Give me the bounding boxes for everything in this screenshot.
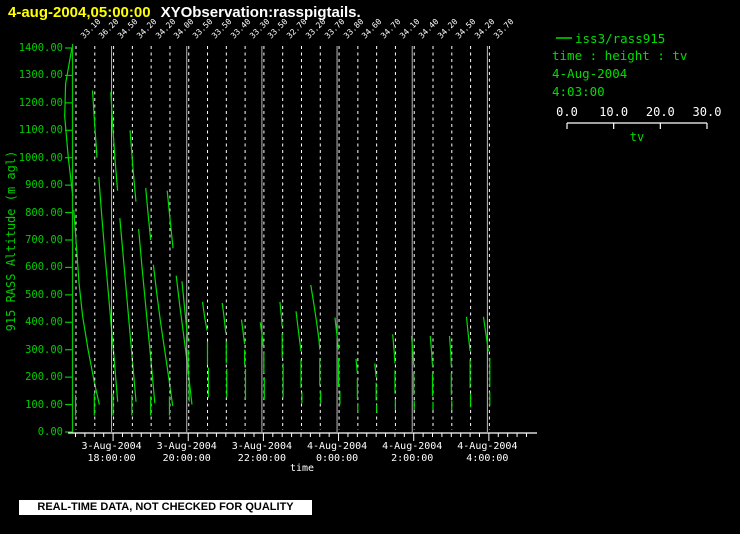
pigtail-profile-curve [392, 334, 396, 364]
y-tick-label: 200.00 [25, 371, 63, 384]
y-tick-label: 600.00 [25, 261, 63, 274]
pigtail-profile-curve [145, 187, 152, 241]
y-tick-label: 300.00 [25, 343, 63, 356]
pigtail-profile-curve [221, 303, 227, 334]
pigtail-profile-curve [240, 319, 246, 345]
pigtail-profile-curve [129, 130, 137, 202]
y-axis-title: 915 RASS Altitude (m agl) [4, 150, 18, 332]
legend-time: 4:03:00 [552, 84, 605, 99]
y-tick-label: 1200.00 [18, 96, 63, 109]
y-tick-label: 1300.00 [18, 69, 63, 82]
legend-series-label: iss3/rass915 [575, 31, 666, 46]
pigtail-profile-curve [295, 311, 302, 352]
pigtail-profile-curve [374, 363, 377, 378]
tv-scale-label: 0.0 [556, 105, 578, 119]
y-tick-label: 100.00 [25, 398, 63, 411]
tv-scale-label: 20.0 [645, 105, 675, 119]
pigtail-profile-curve [98, 176, 119, 402]
pigtail-profile-curve [279, 301, 283, 327]
pigtail-profile-curve [465, 316, 471, 352]
y-tick-label: 400.00 [25, 316, 63, 329]
legend-date: 4-Aug-2004 [552, 66, 628, 81]
pigtail-profile-curve [355, 358, 358, 374]
y-tick-label: 1100.00 [18, 124, 63, 137]
pigtail-profile-curve [201, 301, 208, 331]
y-tick-label: 1000.00 [18, 151, 63, 164]
tv-scale-label: 10.0 [599, 105, 629, 119]
pigtail-profile-curve [119, 218, 137, 402]
pigtail-profile-curve [138, 228, 156, 404]
rass-pigtails-window: 4-aug-2004,05:00:00 XYObservation:rasspig… [0, 0, 740, 534]
pigtail-profile-curve [166, 190, 174, 249]
y-tick-label: 0.00 [37, 426, 63, 438]
pigtail-profile-curve [73, 209, 100, 405]
pigtail-profile-curve [310, 284, 321, 350]
tv-scale-title: tv [629, 130, 645, 144]
pigtail-profile-curve [64, 47, 74, 197]
y-tick-label: 800.00 [25, 206, 63, 219]
tv-scale-label: 30.0 [692, 105, 722, 119]
y-tick-label: 700.00 [25, 234, 63, 246]
pigtail-profile-curve [448, 335, 452, 367]
quality-warning-banner: REAL-TIME DATA, NOT CHECKED FOR QUALITY [19, 500, 312, 515]
title-bar: 4-aug-2004,05:00:00 XYObservation:rasspig… [8, 4, 361, 21]
x-tick-date-label: 4-Aug-2004 4:00:00 [457, 441, 518, 464]
y-tick-label: 500.00 [25, 288, 63, 301]
y-tick-label: 900.00 [25, 179, 63, 192]
y-tick-label: 1400.00 [18, 42, 63, 54]
title-datetime: 4-aug-2004,05:00:00 [8, 4, 151, 21]
legend-relation: time : height : tv [552, 48, 688, 63]
pigtail-profile-curve [429, 335, 434, 367]
